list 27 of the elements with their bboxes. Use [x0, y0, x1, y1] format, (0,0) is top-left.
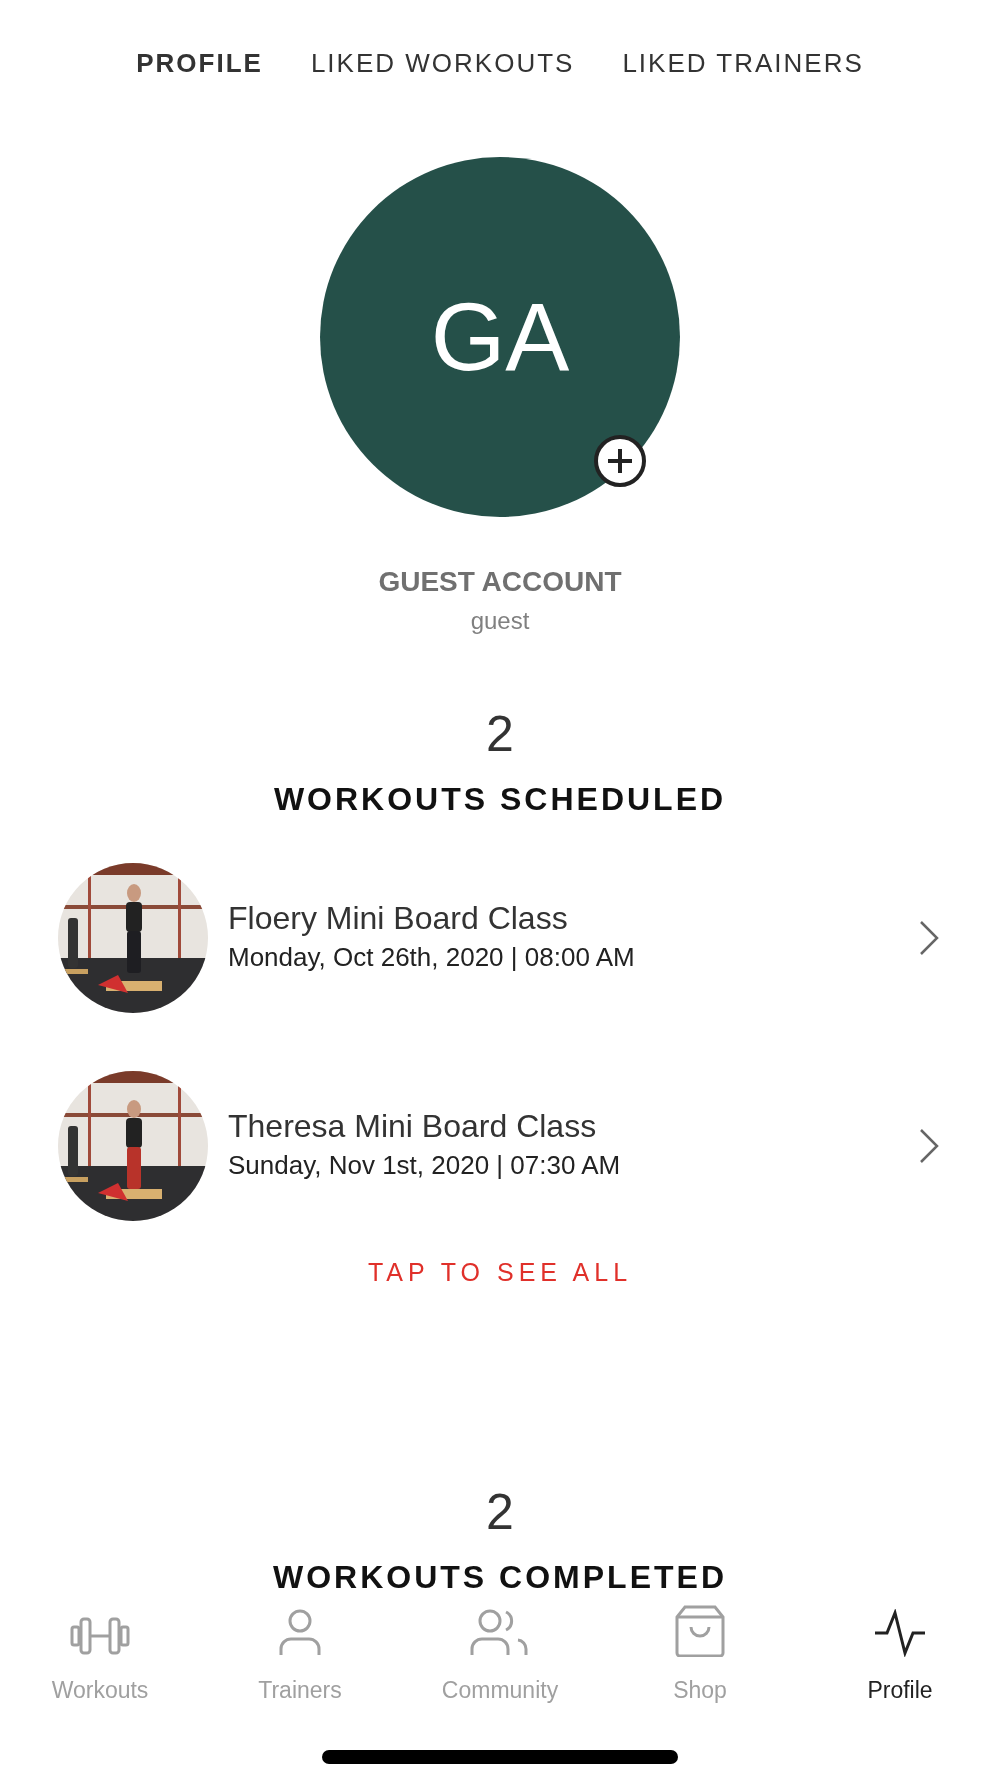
username: guest	[469, 606, 531, 636]
nav-tab[interactable]: Profile	[815, 1603, 985, 1708]
user-name: GUEST ACCOUNT	[377, 565, 623, 599]
activity-icon	[873, 1608, 927, 1657]
section-heading: WORKOUTS SCHEDULED	[272, 780, 728, 819]
nav-tab[interactable]: Shop	[615, 1603, 785, 1708]
tab[interactable]: PROFILE	[136, 44, 263, 83]
person-icon	[278, 1608, 322, 1657]
see-all-link[interactable]: TAP TO SEE ALL	[361, 1253, 639, 1293]
chevron-right-icon[interactable]	[918, 1128, 940, 1164]
tab[interactable]: LIKED TRAINERS	[622, 44, 864, 83]
tab[interactable]: LIKED WORKOUTS	[310, 44, 575, 83]
class-title: Theresa Mini Board Class	[228, 1107, 598, 1146]
chevron-right-icon[interactable]	[918, 920, 940, 956]
completed-count: 2	[485, 1486, 515, 1537]
avatar: GA	[320, 157, 680, 517]
people-icon	[470, 1608, 530, 1657]
nav-tab[interactable]: Trainers	[215, 1603, 385, 1708]
class-title: Floery Mini Board Class	[228, 899, 569, 938]
bag-icon	[675, 1604, 725, 1657]
section-heading: WORKOUTS COMPLETED	[272, 1557, 728, 1597]
nav-tab[interactable]: Community	[415, 1603, 585, 1708]
scheduled-count: 2	[485, 709, 515, 759]
class-date: Sunday, Nov 1st, 2020 | 07:30 AM	[228, 1148, 622, 1182]
nav-tab[interactable]: Workouts	[15, 1603, 185, 1708]
add-photo-icon[interactable]	[593, 434, 647, 488]
class-date: Monday, Oct 26th, 2020 | 08:00 AM	[228, 940, 636, 974]
